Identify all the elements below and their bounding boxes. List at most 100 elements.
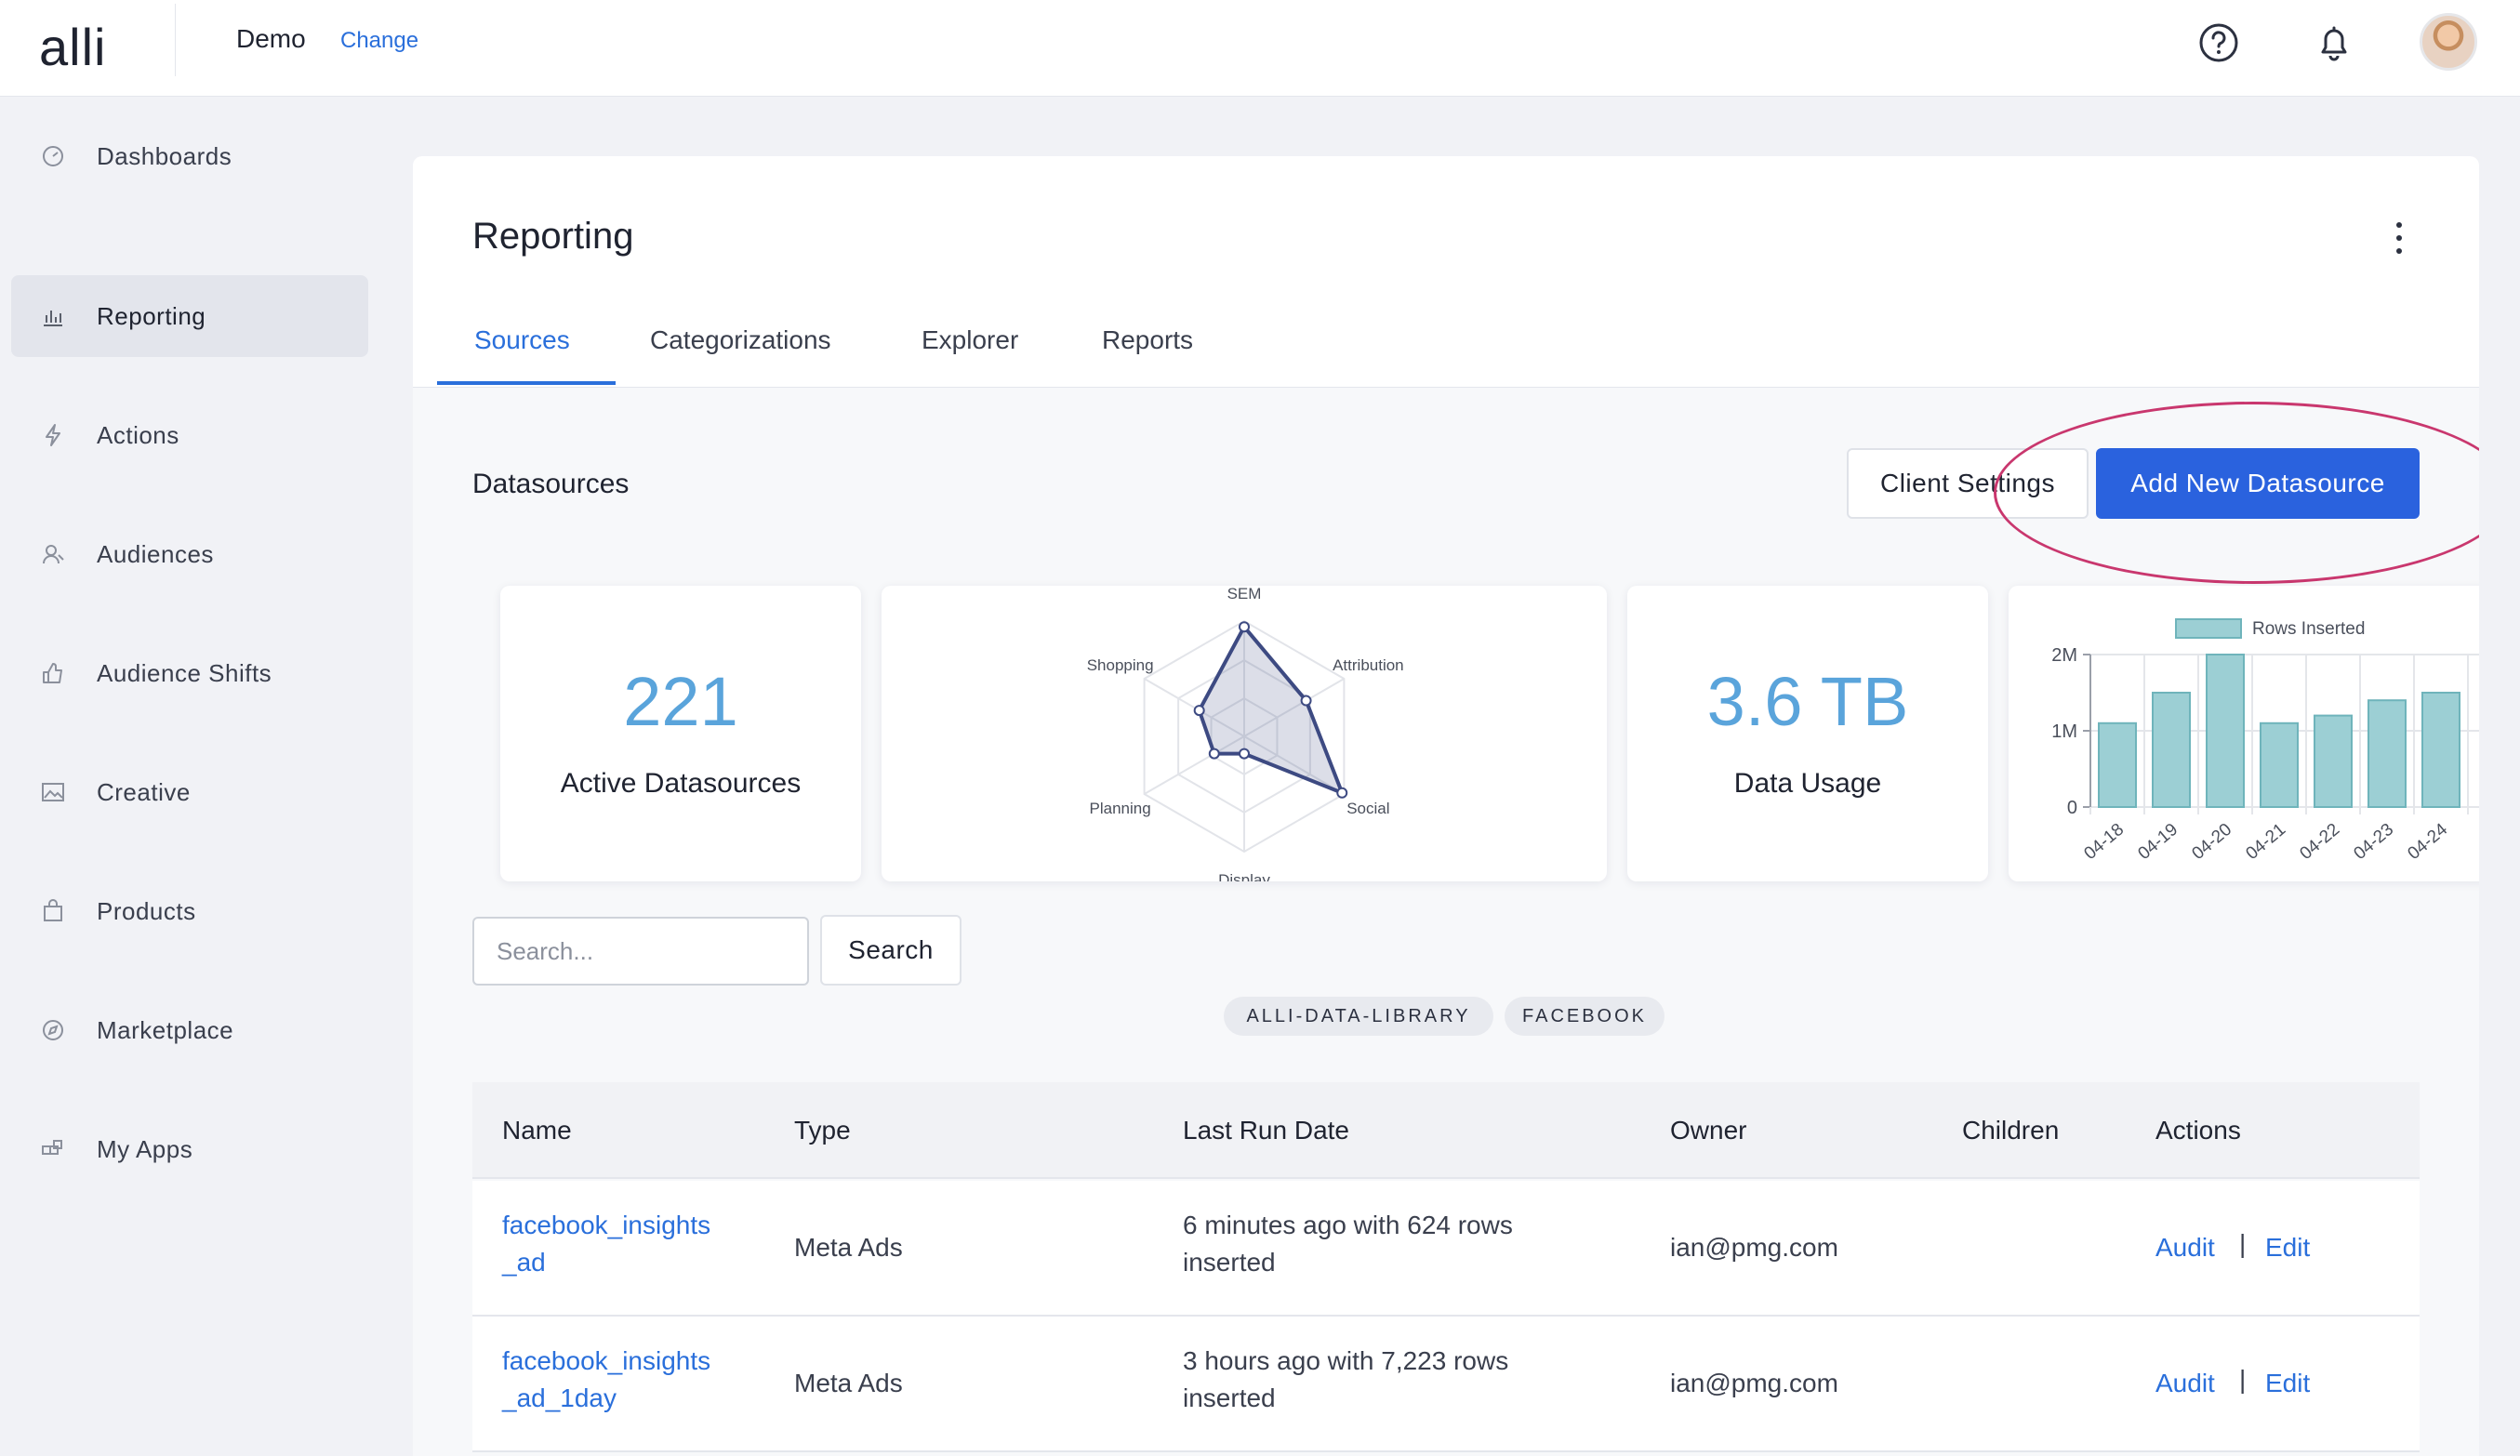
radar-point xyxy=(1208,748,1220,760)
audit-link[interactable]: Audit xyxy=(2155,1229,2215,1266)
lightning-icon xyxy=(46,424,60,446)
column-header-last-run-date[interactable]: Last Run Date xyxy=(1183,1116,1349,1145)
sidebar-item-reporting[interactable]: Reporting xyxy=(11,275,368,357)
active-datasources-value: 221 xyxy=(623,663,738,740)
column-header-children: Children xyxy=(1962,1116,2060,1145)
run-line: 3 hours ago with 7,223 rows xyxy=(1183,1346,1509,1375)
tab-sources[interactable]: Sources xyxy=(474,314,570,389)
filter-chip-alli-data-library[interactable]: ALLI-DATA-LIBRARY xyxy=(1224,997,1493,1036)
radar-chart-card: SEM Attribution Social Display Planning Shopp… xyxy=(882,586,1607,881)
legend-swatch xyxy=(2175,618,2242,639)
bar[interactable] xyxy=(2260,721,2299,808)
datasource-type: Meta Ads xyxy=(794,1233,903,1262)
sidebar-item-creative[interactable]: Creative xyxy=(11,751,368,833)
bag-icon xyxy=(44,899,62,921)
x-tick-label: 04-21 xyxy=(2242,820,2289,864)
edit-link[interactable]: Edit xyxy=(2265,1229,2310,1266)
sidebar-item-audiences[interactable]: Audiences xyxy=(11,513,368,595)
data-usage-value: 3.6 TB xyxy=(1706,663,1909,740)
column-header-owner[interactable]: Owner xyxy=(1670,1116,1746,1145)
help-icon[interactable] xyxy=(2196,20,2241,65)
sidebar-item-label: Creative xyxy=(97,777,191,806)
client-settings-button[interactable]: Client Settings xyxy=(1847,448,2089,519)
audit-link[interactable]: Audit xyxy=(2155,1365,2215,1402)
active-datasources-label: Active Datasources xyxy=(560,768,802,799)
radar-axis-label: Planning xyxy=(1090,800,1151,817)
sidebar-item-products[interactable]: Products xyxy=(11,870,368,952)
filter-chip-facebook[interactable]: FACEBOOK xyxy=(1505,997,1665,1036)
sidebar-item-marketplace[interactable]: Marketplace xyxy=(11,989,368,1071)
sidebar-item-audience-shifts[interactable]: Audience Shifts xyxy=(11,632,368,714)
tab-reports[interactable]: Reports xyxy=(1102,314,1193,389)
bar[interactable] xyxy=(2206,654,2245,808)
bar[interactable] xyxy=(2152,692,2191,808)
sidebar-item-label: My Apps xyxy=(97,1134,193,1163)
radar-axis-label: Shopping xyxy=(1087,656,1154,674)
radar-chart: SEM Attribution Social Display Planning Shopp… xyxy=(1087,586,1404,881)
action-separator: | xyxy=(2239,1229,2247,1258)
bar[interactable] xyxy=(2098,721,2137,808)
sidebar-item-label: Dashboards xyxy=(97,141,232,170)
alli-logo[interactable]: alli xyxy=(39,17,106,77)
sidebar-item-label: Audiences xyxy=(97,539,214,568)
sidebar-item-label: Products xyxy=(97,896,196,925)
bar[interactable] xyxy=(2367,699,2407,808)
rows-inserted-card: Rows Inserted 2M 1M 0 04-18 04-19 04-20 04-21 04… xyxy=(2009,586,2479,881)
bell-icon[interactable] xyxy=(2312,20,2356,65)
search-button[interactable]: Search xyxy=(820,915,962,986)
column-header-type[interactable]: Type xyxy=(794,1116,851,1145)
column-header-actions: Actions xyxy=(2155,1116,2241,1145)
y-tick-label: 2M xyxy=(2051,645,2077,666)
top-bar: alli Demo Change xyxy=(0,0,2520,97)
run-line: inserted xyxy=(1183,1248,1276,1277)
datasources-title: Datasources xyxy=(472,469,630,499)
table-row: facebook_insights _ad Meta Ads 6 minutes… xyxy=(472,1181,2420,1317)
rows-inserted-chart: Rows Inserted2M1M004-18 04-19 04-20 04-21 04… xyxy=(2051,618,2479,864)
y-tick-label: 0 xyxy=(2067,798,2077,818)
datasource-name-link[interactable]: facebook_insights _ad xyxy=(502,1207,710,1281)
name-line: facebook_insights xyxy=(502,1346,711,1375)
radar-point xyxy=(1300,695,1312,707)
sidebar-item-actions[interactable]: Actions xyxy=(11,394,368,476)
tab-explorer[interactable]: Explorer xyxy=(922,314,1018,389)
sidebar: Dashboards Reporting Actions Audiences A… xyxy=(0,97,391,1456)
tab-categorizations[interactable]: Categorizations xyxy=(650,314,831,389)
user-avatar[interactable] xyxy=(2420,13,2477,71)
sidebar-item-label: Marketplace xyxy=(97,1015,234,1044)
bar-chart-icon xyxy=(44,311,62,326)
search-input[interactable] xyxy=(472,917,809,986)
bar[interactable] xyxy=(2314,714,2353,809)
owner-email: ian@pmg.com xyxy=(1670,1369,1838,1397)
bar[interactable] xyxy=(2421,692,2460,808)
run-line: 6 minutes ago with 624 rows xyxy=(1183,1211,1513,1239)
name-line: _ad xyxy=(502,1248,546,1277)
run-line: inserted xyxy=(1183,1383,1276,1412)
edit-link[interactable]: Edit xyxy=(2265,1365,2310,1402)
more-options-icon[interactable] xyxy=(2388,219,2410,257)
x-tick-label: 04-19 xyxy=(2134,820,2182,864)
data-usage-label: Data Usage xyxy=(1733,768,1882,799)
radar-axis-label: Social xyxy=(1346,800,1389,817)
sidebar-item-dashboards[interactable]: Dashboards xyxy=(11,115,368,197)
radar-axis-label: SEM xyxy=(1227,586,1262,602)
radar-point xyxy=(1239,621,1250,633)
legend-label: Rows Inserted xyxy=(2252,619,2365,639)
datasource-name-link[interactable]: facebook_insights _ad_1day xyxy=(502,1343,710,1417)
image-icon xyxy=(42,783,64,801)
y-tick-label: 1M xyxy=(2051,721,2077,742)
column-header-name[interactable]: Name xyxy=(502,1116,572,1145)
x-tick-label: 04-23 xyxy=(2350,820,2397,864)
tabs-divider xyxy=(413,387,2479,388)
main-panel: Reporting Sources Categorizations Explor… xyxy=(413,156,2479,1456)
sidebar-item-my-apps[interactable]: My Apps xyxy=(11,1108,368,1190)
page-title: Reporting xyxy=(472,216,634,257)
change-client-link[interactable]: Change xyxy=(340,28,418,54)
client-name: Demo xyxy=(236,24,306,53)
data-usage-card: 3.6 TB Data Usage xyxy=(1627,586,1988,881)
sidebar-item-label: Audience Shifts xyxy=(97,658,272,687)
active-datasources-card: 221 Active Datasources xyxy=(500,586,861,881)
last-run-date: 3 hours ago with 7,223 rows inserted xyxy=(1183,1343,1508,1417)
radar-point xyxy=(1336,787,1348,799)
radar-point xyxy=(1239,748,1250,760)
add-new-datasource-button[interactable]: Add New Datasource xyxy=(2096,448,2420,519)
